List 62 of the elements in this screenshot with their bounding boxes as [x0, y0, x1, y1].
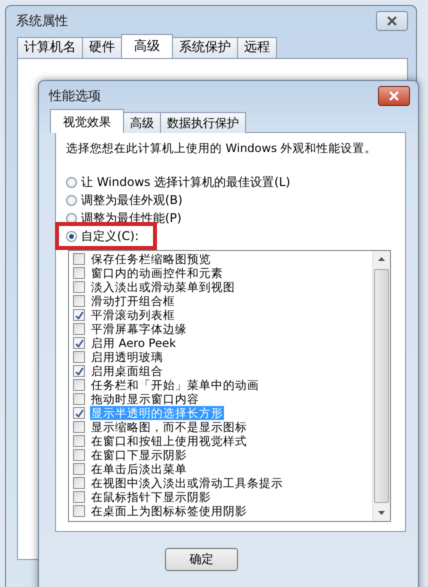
close-button[interactable]	[378, 86, 410, 106]
close-icon	[386, 16, 398, 26]
list-item[interactable]: 在视图中淡入淡出或滑动工具条提示	[90, 476, 284, 490]
radio-label: 调整为最佳外观(B)	[81, 192, 183, 208]
list-item[interactable]: 淡入淡出或滑动菜单到视图	[90, 280, 236, 294]
checkbox[interactable]	[73, 309, 85, 321]
radio-label: 自定义(C):	[81, 228, 139, 244]
list-item[interactable]: 平滑屏幕字体边缘	[90, 322, 188, 336]
list-item[interactable]: 窗口内的动画控件和元素	[90, 266, 224, 280]
list-item[interactable]: 在单击后淡出菜单	[90, 462, 188, 476]
checkbox[interactable]	[73, 323, 85, 335]
checkbox[interactable]	[73, 463, 85, 475]
checkbox[interactable]	[73, 491, 85, 503]
tab[interactable]: 高级	[121, 34, 173, 58]
checkbox[interactable]	[73, 379, 85, 391]
list-item[interactable]: 保存任务栏缩略图预览	[90, 252, 212, 266]
tab[interactable]: 系统保护	[172, 37, 238, 58]
tab[interactable]: 硬件	[82, 37, 122, 58]
tab[interactable]: 远程	[237, 37, 277, 58]
checkbox[interactable]	[73, 351, 85, 363]
checkbox[interactable]	[73, 281, 85, 293]
tab[interactable]: 数据执行保护	[160, 112, 246, 133]
radio-button[interactable]	[66, 230, 77, 242]
list-item[interactable]: 在窗口下显示阴影	[90, 448, 188, 462]
list-item[interactable]: 在桌面上为图标标签使用阴影	[90, 504, 248, 518]
tab[interactable]: 计算机名	[17, 37, 83, 58]
list-item[interactable]: 显示缩略图，而不是显示图标	[90, 420, 248, 434]
checkbox[interactable]	[73, 449, 85, 461]
radio-label: 让 Windows 选择计算机的最佳设置(L)	[81, 174, 290, 190]
radio-button[interactable]	[66, 212, 77, 224]
checkbox[interactable]	[73, 421, 85, 433]
window-title: 系统属性	[16, 13, 68, 30]
list-item[interactable]: 滑动打开组合框	[90, 294, 176, 308]
ok-button[interactable]: 确定	[165, 548, 238, 571]
radio-button[interactable]	[66, 194, 77, 206]
list-item[interactable]: 任务栏和「开始」菜单中的动画	[90, 378, 260, 392]
close-button[interactable]	[376, 11, 408, 31]
checkbox[interactable]	[73, 393, 85, 405]
dialog-title: 性能选项	[49, 88, 101, 105]
instruction-text: 选择您想在此计算机上使用的 Windows 外观和性能设置。	[66, 141, 378, 156]
scroll-thumb[interactable]	[374, 269, 389, 503]
list-item[interactable]: 启用 Aero Peek	[90, 336, 177, 350]
list-item[interactable]: 平滑滚动列表框	[90, 308, 176, 322]
list-item[interactable]: 在鼠标指针下显示阴影	[90, 490, 212, 504]
checkbox[interactable]	[73, 477, 85, 489]
checkbox[interactable]	[73, 365, 85, 377]
list-item[interactable]: 在窗口和按钮上使用视觉样式	[90, 434, 248, 448]
checkbox[interactable]	[73, 295, 85, 307]
checkbox[interactable]	[73, 407, 85, 419]
scrollbar[interactable]	[372, 251, 390, 521]
list-item[interactable]: 启用桌面组合	[90, 364, 164, 378]
checkbox[interactable]	[73, 267, 85, 279]
checkbox[interactable]	[73, 253, 85, 265]
list-item[interactable]: 启用透明玻璃	[90, 350, 164, 364]
tab[interactable]: 视觉效果	[50, 109, 124, 133]
tab[interactable]: 高级	[123, 112, 161, 133]
close-icon	[388, 91, 400, 101]
radio-button[interactable]	[66, 176, 77, 188]
checkbox[interactable]	[73, 435, 85, 447]
checkbox[interactable]	[73, 505, 85, 517]
list-item[interactable]: 拖动时显示窗口内容	[90, 392, 200, 406]
checkbox[interactable]	[73, 337, 85, 349]
